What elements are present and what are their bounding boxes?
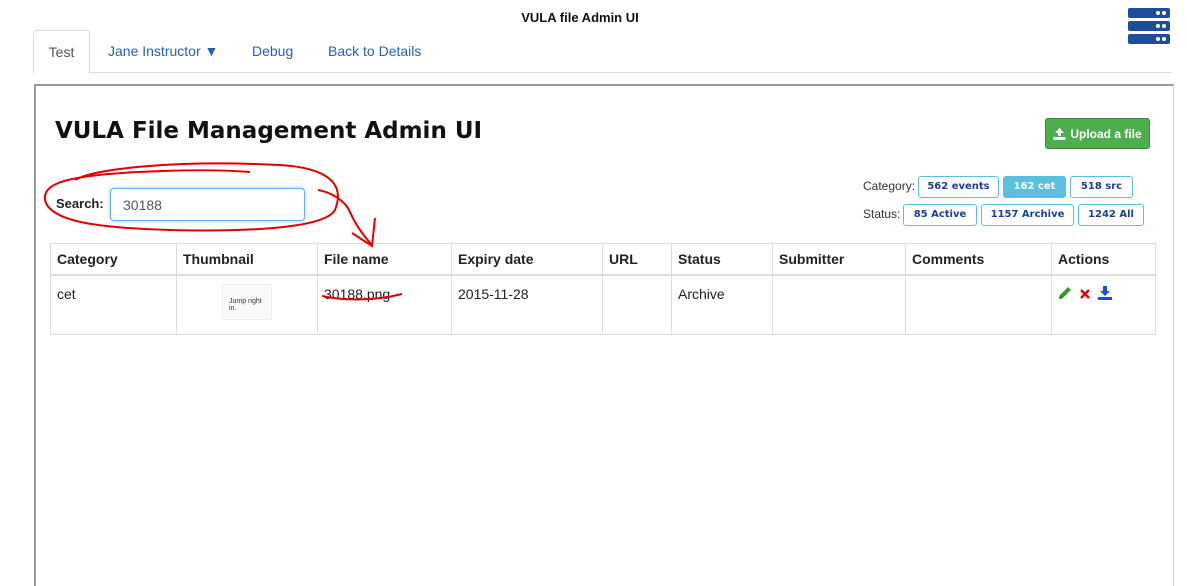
table-header-row: Category Thumbnail File name Expiry date… [50,243,1156,276]
tab-test[interactable]: Test [33,30,90,74]
tab-debug[interactable]: Debug [252,30,293,72]
cell-thumbnail: Jump right in. [176,274,318,335]
edit-pencil-icon[interactable] [1058,286,1072,303]
column-header-actions: Actions [1051,243,1156,276]
tab-bar: Test Jane Instructor ▼ Debug Back to Det… [33,30,1172,74]
thumbnail-image[interactable]: Jump right in. [222,284,272,320]
category-filter-label: Category: [863,179,916,193]
page-title: VULA File Management Admin UI [55,118,483,144]
category-chip-src[interactable]: 518 src [1070,176,1133,198]
cell-file-name: 30188.png [317,274,452,335]
category-chip-events[interactable]: 562 events [918,176,999,198]
column-header-category[interactable]: Category [50,243,177,276]
category-chip-cet[interactable]: 162 cet [1003,176,1066,198]
status-chip-all[interactable]: 1242 All [1078,204,1144,226]
table-row: cet Jump right in. 30188.png 2015-11-28 … [50,274,1156,335]
cell-category: cet [50,274,177,335]
column-header-comments[interactable]: Comments [905,243,1052,276]
upload-file-button[interactable]: Upload a file [1045,118,1150,149]
delete-x-icon[interactable] [1079,287,1091,303]
main-panel [34,84,1174,586]
column-header-file-name[interactable]: File name [317,243,452,276]
tab-back-to-details[interactable]: Back to Details [328,30,421,72]
search-label: Search: [56,196,104,211]
cell-comments [905,274,1052,335]
app-title: VULA file Admin UI [521,10,639,25]
search-input[interactable] [110,188,305,221]
status-chip-archive[interactable]: 1157 Archive [981,204,1074,226]
thumbnail-text: Jump right in. [229,298,262,312]
column-header-submitter[interactable]: Submitter [772,243,906,276]
column-header-status[interactable]: Status [671,243,773,276]
cell-actions [1051,274,1156,335]
download-icon[interactable] [1097,286,1112,303]
status-filter-label: Status: [863,207,901,221]
cell-expiry-date: 2015-11-28 [451,274,603,335]
upload-button-label: Upload a file [1070,126,1142,141]
file-name-link[interactable]: 30188.png [324,286,390,302]
cell-submitter [772,274,906,335]
upload-icon [1053,127,1066,140]
status-chip-active[interactable]: 85 Active [903,204,977,226]
cell-status: Archive [671,274,773,335]
column-header-expiry-date[interactable]: Expiry date [451,243,603,276]
files-table: Category Thumbnail File name Expiry date… [50,243,1156,335]
tab-jane-instructor[interactable]: Jane Instructor ▼ [108,30,218,72]
cell-url [602,274,672,335]
column-header-url[interactable]: URL [602,243,672,276]
column-header-thumbnail[interactable]: Thumbnail [176,243,318,276]
